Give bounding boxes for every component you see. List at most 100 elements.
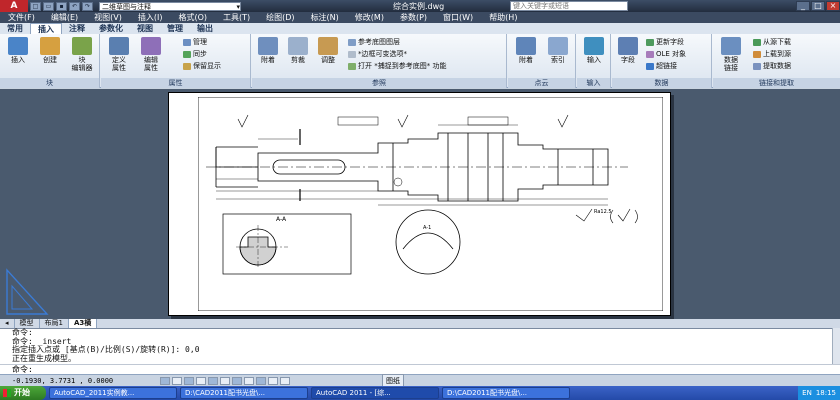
lineweight-toggle[interactable] [268, 376, 278, 385]
tab-annotate[interactable]: 注释 [62, 23, 92, 34]
tab-a3[interactable]: A3横 [68, 319, 98, 328]
import-button[interactable]: 输入 [580, 37, 608, 64]
workspace-dropdown[interactable]: 二维草图与注释 ▾ [99, 1, 241, 11]
manage-label: 管理 [193, 38, 207, 46]
menu-dimension[interactable]: 标注(N) [303, 12, 347, 23]
hyperlink-button[interactable]: 超链接 [646, 62, 677, 71]
ortho-toggle[interactable] [196, 376, 206, 385]
tab-home[interactable]: 常用 [0, 23, 30, 34]
polar-toggle[interactable] [208, 376, 218, 385]
tab-output[interactable]: 输出 [190, 23, 220, 34]
command-line: 命令: [12, 328, 33, 337]
data-panel-title: 数据 [612, 78, 711, 88]
snap-underlay-label: 打开 *捕捉到参考底图* 功能 [358, 62, 447, 70]
menu-format[interactable]: 格式(O) [170, 12, 215, 23]
snap-mode-toggle[interactable] [172, 376, 182, 385]
menu-view[interactable]: 视图(V) [86, 12, 130, 23]
download-icon [753, 38, 761, 46]
manage-attributes-button[interactable]: 管理 [183, 38, 207, 47]
sync-attributes-button[interactable]: 同步 [183, 50, 207, 59]
help-search-input[interactable]: 键入关键字或短语 [510, 1, 628, 11]
attach-reference-label: 附着 [261, 56, 275, 64]
frame-variable-dropdown[interactable]: *边框可变选项* [348, 50, 407, 59]
menu-edit[interactable]: 编辑(E) [43, 12, 86, 23]
quick-properties-toggle[interactable] [280, 376, 290, 385]
open-file-icon[interactable]: ▭ [43, 1, 54, 11]
upload-source-button[interactable]: 上载到源 [753, 50, 791, 59]
grid-toggle[interactable] [184, 376, 194, 385]
edit-attribute-button[interactable]: 编辑 属性 [137, 37, 165, 72]
ribbon-tabs: 常用 插入 注释 参数化 视图 管理 输出 [0, 23, 840, 34]
update-fields-icon [646, 38, 654, 46]
insert-block-button[interactable]: 插入 [4, 37, 32, 64]
redo-icon[interactable]: ↷ [82, 1, 93, 11]
download-source-button[interactable]: 从源下载 [753, 38, 791, 47]
tab-layout1[interactable]: 布局1 [40, 319, 69, 328]
snap-underlay-button[interactable]: 打开 *捕捉到参考底图* 功能 [348, 62, 446, 71]
menu-modify[interactable]: 修改(M) [347, 12, 392, 23]
technical-drawing[interactable]: A-A A-1 Ra12.5 [198, 97, 663, 311]
underlay-layers-button[interactable]: 参考底图图层 [348, 38, 400, 47]
block-editor-button[interactable]: 块 编辑器 [68, 37, 96, 72]
language-indicator[interactable]: EN [802, 389, 812, 397]
menu-draw[interactable]: 绘图(D) [258, 12, 302, 23]
ole-object-button[interactable]: OLE 对象 [646, 50, 686, 59]
adjust-button[interactable]: 调整 [314, 37, 342, 64]
tab-model[interactable]: 模型 [15, 319, 40, 328]
update-fields-button[interactable]: 更新字段 [646, 38, 684, 47]
menu-file[interactable]: 文件(F) [0, 12, 43, 23]
clip-button[interactable]: 剪裁 [284, 37, 312, 64]
dyn-toggle[interactable] [256, 376, 266, 385]
command-input[interactable]: 命令: [0, 364, 840, 374]
osnap-toggle[interactable] [220, 376, 230, 385]
tab-insert[interactable]: 插入 [30, 23, 62, 34]
menu-tools[interactable]: 工具(T) [215, 12, 258, 23]
import-panel-title: 输入 [577, 78, 610, 88]
define-attribute-button[interactable]: 定义 属性 [105, 37, 133, 72]
autocad-logo-icon[interactable]: A [0, 0, 28, 12]
otrack-toggle[interactable] [232, 376, 242, 385]
attach-pointcloud-button[interactable]: 附着 [512, 37, 540, 64]
start-button[interactable]: 开始 [0, 386, 46, 400]
tab-manage[interactable]: 管理 [160, 23, 190, 34]
new-file-icon[interactable]: □ [30, 1, 41, 11]
menu-window[interactable]: 窗口(W) [435, 12, 481, 23]
insert-block-label: 插入 [11, 56, 25, 64]
minimize-button[interactable]: _ [796, 1, 810, 11]
retain-display-button[interactable]: 保留显示 [183, 62, 221, 71]
drawing-border [198, 97, 663, 311]
undo-icon[interactable]: ↶ [69, 1, 80, 11]
attach-reference-button[interactable]: 附着 [254, 37, 282, 64]
infer-constraints-toggle[interactable] [160, 376, 170, 385]
menu-parametric[interactable]: 参数(P) [392, 12, 435, 23]
save-icon[interactable]: ▪ [56, 1, 67, 11]
taskbar-item[interactable]: AutoCAD 2011 - [综... [311, 387, 439, 399]
extract-data-button[interactable]: 提取数据 [753, 62, 791, 71]
data-link-button[interactable]: 数据 链接 [717, 37, 745, 72]
menu-insert[interactable]: 插入(I) [130, 12, 171, 23]
restore-button[interactable]: □ [811, 1, 825, 11]
close-button[interactable]: × [826, 1, 840, 11]
menu-help[interactable]: 帮助(H) [481, 12, 525, 23]
ole-icon [646, 50, 654, 58]
import-icon [584, 37, 604, 55]
tab-parametric[interactable]: 参数化 [92, 23, 130, 34]
create-block-icon [40, 37, 60, 55]
create-block-label: 创建 [43, 56, 57, 64]
taskbar-item[interactable]: D:\CAD2011配书光盘\... [180, 387, 308, 399]
tab-view[interactable]: 视图 [130, 23, 160, 34]
sync-icon [183, 50, 191, 58]
index-pointcloud-button[interactable]: 索引 [544, 37, 572, 64]
ducs-toggle[interactable] [244, 376, 254, 385]
detail-profile [402, 232, 454, 250]
nav-first-icon[interactable]: ◂ [0, 319, 15, 328]
layers-icon [348, 38, 356, 46]
taskbar-item[interactable]: AutoCAD_2011实例教... [49, 387, 177, 399]
create-block-button[interactable]: 创建 [36, 37, 64, 64]
windows-logo-icon [3, 389, 11, 397]
taskbar-item[interactable]: D:\CAD2011配书光盘\... [442, 387, 570, 399]
sync-label: 同步 [193, 50, 207, 58]
field-button[interactable]: 字段 [614, 37, 642, 64]
command-scrollbar[interactable] [832, 328, 840, 364]
attach-icon [258, 37, 278, 55]
